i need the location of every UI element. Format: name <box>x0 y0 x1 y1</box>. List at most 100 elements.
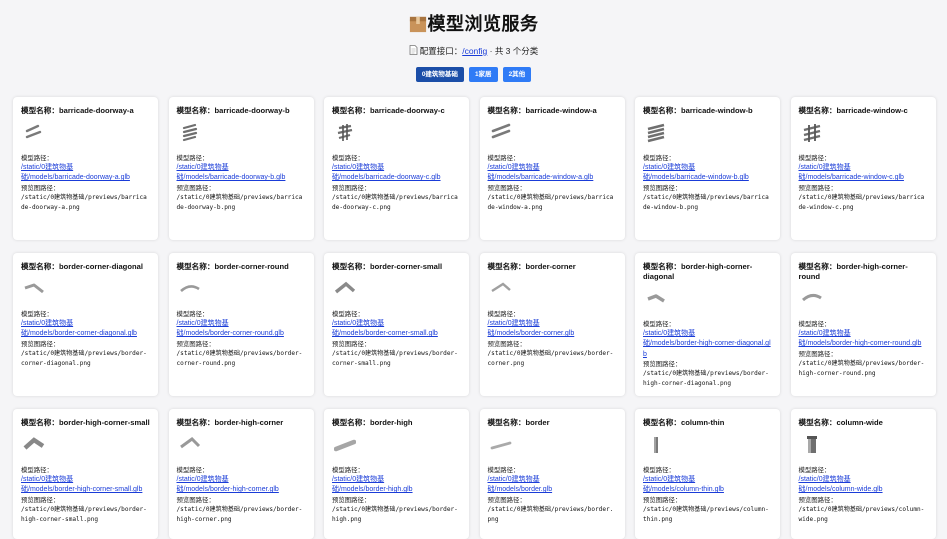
model-name-prefix: 模型名称： <box>332 418 370 427</box>
model-path-link-line2: 础/models/border-high-corner-diagonal.glb <box>643 340 771 358</box>
model-name: 模型名称：barricade-window-c <box>799 106 928 116</box>
model-path-label: 模型路径： <box>487 467 520 474</box>
model-path-link[interactable]: /static/0建筑物基 础/models/barricade-window-a… <box>488 163 617 184</box>
preview-path-label: 预览图路径： <box>643 496 682 504</box>
model-card: 模型名称：border-corner-round 模型路径：/static/0建筑… <box>168 253 314 396</box>
model-path-link[interactable]: /static/0建筑物基 础/models/barricade-doorway-… <box>21 163 150 184</box>
preview-path-value: /static/0建筑物基础/previews/column-thin.png <box>643 505 769 523</box>
model-path-link-line1: /static/0建筑物基 <box>643 330 696 337</box>
model-name-value: border-corner-small <box>369 262 443 271</box>
model-card: 模型名称：border 模型路径：/static/0建筑物基 础/models/bo… <box>479 409 625 539</box>
model-name-prefix: 模型名称： <box>21 418 59 427</box>
model-path-label: 模型路径： <box>21 467 53 474</box>
barricade-window-c-icon <box>803 124 820 142</box>
page-title-text: 模型浏览服务 <box>427 14 539 34</box>
model-path-link[interactable]: /static/0建筑物基 础/models/barricade-doorway-… <box>332 163 461 184</box>
model-card: 模型名称：border-high-corner-round 模型路径：/stati… <box>790 253 936 396</box>
model-name-prefix: 模型名称： <box>332 262 370 271</box>
model-path-link[interactable]: /static/0建筑物基 础/models/column-thin.glb <box>643 475 772 496</box>
preview-path-label: 预览图路径： <box>643 361 682 369</box>
model-path-label: 模型路径： <box>176 311 209 318</box>
model-card: 模型名称：barricade-window-a 模型路径：/static/0建筑物… <box>479 97 625 240</box>
model-name-prefix: 模型名称： <box>643 418 681 427</box>
model-path-link[interactable]: /static/0建筑物基 础/models/border-corner.glb <box>488 319 617 340</box>
model-path-link-line1: /static/0建筑物基 <box>643 164 696 171</box>
model-path-link[interactable]: /static/0建筑物基 础/models/column-wide.glb <box>799 475 928 496</box>
model-name-prefix: 模型名称： <box>643 262 681 271</box>
model-card: 模型名称：border-high 模型路径：/static/0建筑物基 础/mode… <box>324 409 469 539</box>
preview-path-value: /static/0建筑物基础/previews/border-corner-ro… <box>176 349 303 367</box>
model-name: 模型名称：border <box>488 418 617 428</box>
model-path-link[interactable]: /static/0建筑物基 础/models/barricade-window-c… <box>799 163 928 184</box>
preview-path-value: /static/0建筑物基础/previews/barricade-window… <box>487 193 614 211</box>
model-path-link[interactable]: /static/0建筑物基 础/models/border-high.glb <box>332 475 461 496</box>
model-name-prefix: 模型名称： <box>176 262 215 271</box>
model-path-link[interactable]: /static/0建筑物基 础/models/border-corner-diag… <box>21 319 150 340</box>
preview-path-value: /static/0建筑物基础/previews/border-high-corn… <box>643 370 769 388</box>
model-path-link[interactable]: /static/0建筑物基 础/models/border-high-corner… <box>21 475 150 496</box>
model-name-value: barricade-doorway-c <box>369 106 445 115</box>
model-name-value: border-corner-round <box>214 262 289 271</box>
model-path-label: 模型路径： <box>643 321 675 328</box>
preview-path-label: 预览图路径： <box>332 496 371 504</box>
model-path-link-line1: /static/0建筑物基 <box>798 330 851 337</box>
model-path-link-line1: /static/0建筑物基 <box>176 320 229 327</box>
preview-path-label: 预览图路径： <box>798 496 837 504</box>
border-high-corner-round-icon <box>801 293 822 302</box>
model-path-link-line1: /static/0建筑物基 <box>21 320 74 327</box>
model-path-link[interactable]: /static/0建筑物基 础/models/barricade-doorway-… <box>177 163 306 184</box>
model-path-link[interactable]: /static/0建筑物基 础/models/border-high-corner… <box>799 329 928 350</box>
preview-path-value: /static/0建筑物基础/previews/border-corner-di… <box>21 349 147 367</box>
tab-2-other[interactable]: 2其他 <box>502 67 532 82</box>
model-path-label: 模型路径： <box>798 155 831 162</box>
page-header: 模型浏览服务 配置接口：/config · 共 3 个分类 0建筑物基础 1家居… <box>0 0 947 82</box>
preview-path-label: 预览图路径： <box>176 184 215 192</box>
model-path-link-line1: /static/0建筑物基 <box>487 320 540 327</box>
barricade-window-b-icon <box>647 123 665 143</box>
model-path-label: 模型路径： <box>487 155 520 162</box>
model-path-link-line1: /static/0建筑物基 <box>643 476 696 483</box>
model-path-link[interactable]: /static/0建筑物基 础/models/border-high-corner… <box>177 475 306 496</box>
preview-path-label: 预览图路径： <box>21 340 60 348</box>
model-path-link[interactable]: /static/0建筑物基 础/models/barricade-window-b… <box>643 163 772 184</box>
model-card: 模型名称：column-thin 模型路径：/static/0建筑物基 础/mode… <box>635 409 780 539</box>
config-link[interactable]: /config <box>462 46 487 56</box>
preview-path-label: 预览图路径： <box>487 496 526 504</box>
preview-path-value: /static/0建筑物基础/previews/border.png <box>487 505 614 523</box>
column-wide-icon <box>806 436 817 453</box>
model-grid: 模型名称：barricade-doorway-a 模型路径：/static/0建筑… <box>13 97 947 539</box>
tab-1-furniture[interactable]: 1家居 <box>468 67 498 82</box>
preview-path-label: 预览图路径： <box>21 496 60 504</box>
preview-path-label: 预览图路径： <box>332 184 371 192</box>
preview-path-value: /static/0建筑物基础/previews/barricade-window… <box>643 193 769 211</box>
model-path-link-line1: /static/0建筑物基 <box>798 476 851 483</box>
model-name-prefix: 模型名称： <box>21 262 59 271</box>
preview-path-label: 预览图路径： <box>21 184 60 192</box>
preview-path-label: 预览图路径： <box>176 496 215 504</box>
model-name: 模型名称：barricade-doorway-c <box>332 106 461 116</box>
model-path-link-line1: /static/0建筑物基 <box>332 476 385 483</box>
preview-path-label: 预览图路径： <box>332 340 371 348</box>
model-card: 模型名称：barricade-window-c 模型路径：/static/0建筑物… <box>790 97 936 240</box>
barricade-doorway-b-icon <box>182 123 197 142</box>
model-path-label: 模型路径： <box>176 467 209 474</box>
model-path-link[interactable]: /static/0建筑物基 础/models/border.glb <box>488 475 617 496</box>
model-name-value: border <box>525 418 550 427</box>
model-path-link[interactable]: /static/0建筑物基 础/models/border-corner-smal… <box>332 319 461 340</box>
preview-path-value: /static/0建筑物基础/previews/barricade-window… <box>798 193 925 211</box>
model-name-value: column-wide <box>836 418 883 427</box>
tab-0-building-base[interactable]: 0建筑物基础 <box>415 67 464 82</box>
barricade-doorway-a-icon <box>25 124 42 139</box>
model-name-prefix: 模型名称： <box>176 106 215 115</box>
model-path-label: 模型路径： <box>798 467 831 474</box>
model-name-prefix: 模型名称： <box>798 106 837 115</box>
model-card: 模型名称：border-high-corner 模型路径：/static/0建筑物… <box>168 409 314 539</box>
model-name-value: barricade-window-a <box>525 106 597 115</box>
model-name-prefix: 模型名称： <box>798 418 837 427</box>
model-path-link[interactable]: /static/0建筑物基 础/models/border-corner-roun… <box>177 319 306 340</box>
model-path-link[interactable]: /static/0建筑物基础/models/border-high-corner… <box>643 329 772 360</box>
model-path-link-line1: /static/0建筑物基 <box>798 164 851 171</box>
model-card: 模型名称：border-corner 模型路径：/static/0建筑物基 础/mo… <box>479 253 625 396</box>
preview-path-label: 预览图路径： <box>798 184 837 192</box>
model-name: 模型名称：border-high-corner <box>177 418 306 428</box>
